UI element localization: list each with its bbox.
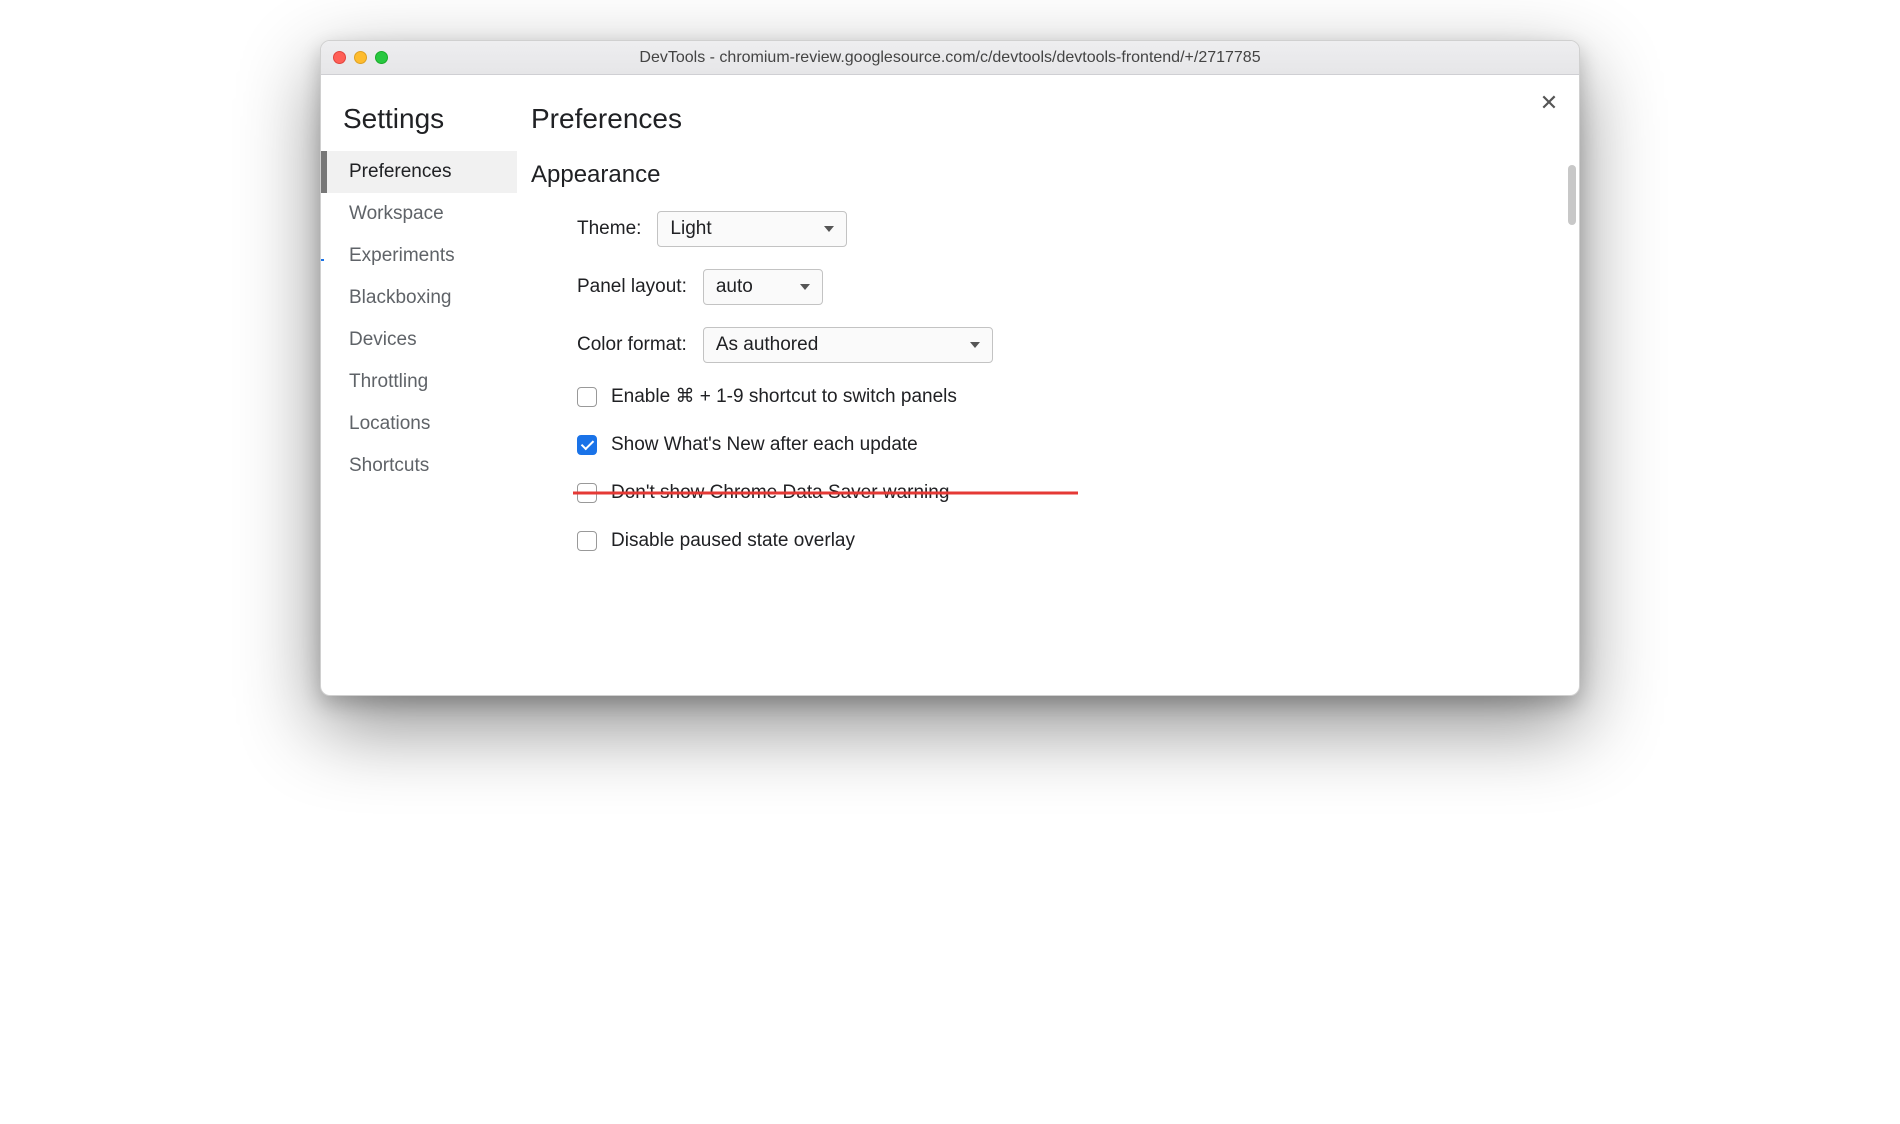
window-title: DevTools - chromium-review.googlesource.…	[321, 49, 1579, 67]
panel-layout-select[interactable]: auto	[703, 269, 823, 305]
titlebar[interactable]: DevTools - chromium-review.googlesource.…	[321, 41, 1579, 75]
sidebar-item-experiments[interactable]: Experiments	[321, 235, 517, 277]
checkbox-row: Don't show Chrome Data Saver warning	[577, 482, 1559, 504]
sidebar-item-preferences[interactable]: Preferences	[321, 151, 517, 193]
theme-select[interactable]: Light	[657, 211, 847, 247]
checkbox-row: Show What's New after each update	[577, 434, 1559, 456]
color-format-row: Color format: As authored	[577, 327, 1559, 363]
checkbox-row: Disable paused state overlay	[577, 530, 1559, 552]
sidebar-item-blackboxing[interactable]: Blackboxing	[321, 277, 517, 319]
sidebar-item-shortcuts[interactable]: Shortcuts	[321, 445, 517, 487]
checkbox-row: Enable ⌘ + 1-9 shortcut to switch panels	[577, 385, 1559, 408]
traffic-lights	[333, 51, 388, 64]
panel-layout-label: Panel layout:	[577, 276, 687, 298]
sidebar-item-throttling[interactable]: Throttling	[321, 361, 517, 403]
sidebar-item-locations[interactable]: Locations	[321, 403, 517, 445]
checkbox[interactable]	[577, 435, 597, 455]
checkbox[interactable]	[577, 531, 597, 551]
settings-sidebar: Settings PreferencesWorkspaceExperiments…	[321, 75, 517, 695]
scrollbar-thumb[interactable]	[1568, 165, 1576, 225]
minimize-window-button[interactable]	[354, 51, 367, 64]
section-title-appearance: Appearance	[531, 161, 1559, 189]
chevron-down-icon	[824, 226, 834, 232]
accent-strip	[321, 259, 324, 261]
sidebar-title: Settings	[321, 103, 517, 151]
chevron-down-icon	[970, 342, 980, 348]
color-format-select[interactable]: As authored	[703, 327, 993, 363]
preferences-panel: Preferences Appearance Theme: Light Pane…	[517, 75, 1579, 695]
content-area: ✕ Settings PreferencesWorkspaceExperimen…	[321, 75, 1579, 695]
theme-row: Theme: Light	[577, 211, 1559, 247]
sidebar-item-devices[interactable]: Devices	[321, 319, 517, 361]
theme-select-value: Light	[670, 218, 711, 240]
close-window-button[interactable]	[333, 51, 346, 64]
checkbox-label: Enable ⌘ + 1-9 shortcut to switch panels	[611, 385, 957, 408]
checkbox[interactable]	[577, 387, 597, 407]
theme-label: Theme:	[577, 218, 641, 240]
panel-title: Preferences	[531, 103, 1559, 135]
panel-layout-select-value: auto	[716, 276, 753, 298]
panel-layout-row: Panel layout: auto	[577, 269, 1559, 305]
devtools-window: DevTools - chromium-review.googlesource.…	[320, 40, 1580, 696]
checkbox-label: Don't show Chrome Data Saver warning	[611, 482, 949, 504]
color-format-select-value: As authored	[716, 334, 818, 356]
maximize-window-button[interactable]	[375, 51, 388, 64]
color-format-label: Color format:	[577, 334, 687, 356]
checkbox-label: Show What's New after each update	[611, 434, 918, 456]
sidebar-item-workspace[interactable]: Workspace	[321, 193, 517, 235]
checkbox-label: Disable paused state overlay	[611, 530, 855, 552]
checkbox[interactable]	[577, 483, 597, 503]
chevron-down-icon	[800, 284, 810, 290]
